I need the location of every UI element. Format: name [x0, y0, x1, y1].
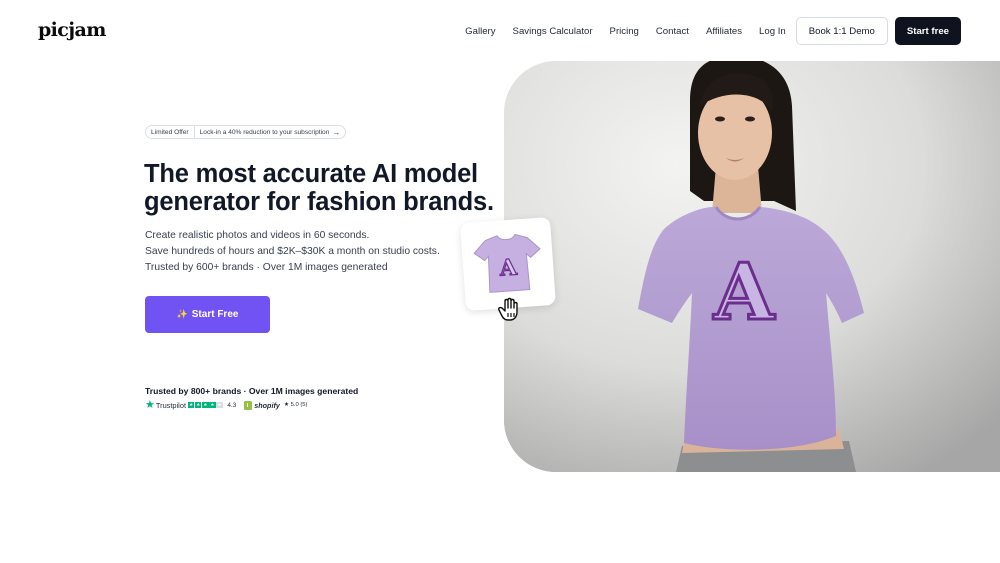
star-icon: ★ — [202, 401, 209, 409]
shopify-bag-icon — [244, 400, 253, 410]
arrow-right-icon: → — [332, 127, 341, 137]
hand-cursor-icon — [498, 297, 518, 321]
hero-headline: The most accurate AI model generator for… — [144, 160, 494, 216]
hero-model-image: A — [504, 61, 1000, 472]
trustpilot-stars: ★ ★ ★ ★ ★ — [188, 401, 223, 409]
star-icon: ★ — [209, 401, 216, 409]
book-demo-button[interactable]: Book 1:1 Demo — [795, 17, 888, 45]
star-icon: ★ — [216, 401, 223, 409]
nav-contact[interactable]: Contact — [656, 26, 689, 37]
subcopy-line-1: Create realistic photos and videos in 60… — [145, 230, 370, 241]
trustpilot-star-icon: ★ — [145, 399, 155, 411]
subcopy-line-3: Trusted by 600+ brands · Over 1M images … — [145, 262, 388, 273]
trusted-by-text: Trusted by 800+ brands · Over 1M images … — [145, 386, 359, 396]
trustpilot-name: Trustpilot — [155, 400, 186, 410]
nav-login[interactable]: Log In — [759, 26, 786, 37]
limited-offer-banner[interactable]: Limited Offer Lock-in a 40% reduction to… — [145, 125, 347, 139]
nav-gallery[interactable]: Gallery — [465, 26, 495, 37]
star-icon: ★ — [188, 401, 195, 409]
nav-savings-calculator[interactable]: Savings Calculator — [513, 26, 593, 37]
brand-logo[interactable]: picjam — [38, 19, 106, 41]
top-nav: Gallery Savings Calculator Pricing Conta… — [465, 17, 961, 45]
shopify-name: shopify — [254, 400, 280, 410]
star-icon: ★ — [195, 401, 202, 409]
nav-start-free-button[interactable]: Start free — [894, 17, 961, 45]
subcopy-line-2: Save hundreds of hours and $2K–$30K a mo… — [145, 246, 440, 257]
headline-line-1: The most accurate AI model — [144, 160, 478, 188]
start-free-button[interactable]: ✨ Start Free — [145, 296, 270, 333]
tshirt-icon: A — [473, 233, 541, 293]
offer-text: Lock-in a 40% reduction to your subscrip… — [199, 128, 330, 136]
ratings-row: ★ Trustpilot ★ ★ ★ ★ ★ 4.3 shopify ★ 5.0… — [145, 399, 308, 411]
nav-pricing[interactable]: Pricing — [610, 26, 639, 37]
offer-tag: Limited Offer — [151, 126, 195, 138]
shopify-score: ★ 5.0 (5) — [283, 402, 308, 408]
trustpilot-score: 4.3 — [227, 401, 237, 409]
shirt-letter: A — [498, 254, 519, 281]
start-free-label: Start Free — [191, 309, 239, 320]
headline-line-2: generator for fashion brands. — [144, 188, 494, 216]
svg-text:A: A — [713, 247, 776, 338]
nav-affiliates[interactable]: Affiliates — [706, 26, 742, 37]
sparkle-icon: ✨ — [176, 309, 188, 319]
hero-subcopy: Create realistic photos and videos in 60… — [145, 228, 440, 276]
